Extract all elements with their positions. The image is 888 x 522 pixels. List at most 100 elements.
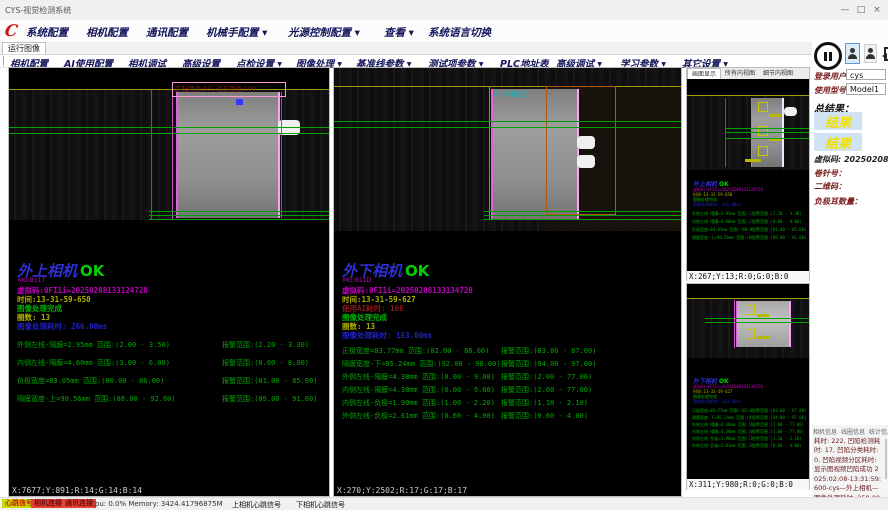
measure-value: 外侧左线-隔膜=4.38mm 范围:(0.00 - 9.00) <box>342 372 501 382</box>
exit-button[interactable] <box>881 43 888 64</box>
tab-run-image[interactable]: 运行图像 <box>2 42 46 54</box>
menu-light-config[interactable]: 光源控制配置 ▾ <box>288 25 360 40</box>
menu-system-config[interactable]: 系统配置 <box>26 25 68 40</box>
menu-bar: C 系统配置 相机配置 通讯配置 机械手配置 ▾ 光源控制配置 ▾ 查看 ▾ 系… <box>0 20 888 42</box>
info-tab-coil[interactable]: 线圈信息 <box>841 427 865 436</box>
result-subcode: MG:B11D <box>343 277 371 284</box>
menu-language-switch[interactable]: 系统语言切换 <box>428 25 491 40</box>
operator-button[interactable] <box>864 44 877 63</box>
thumb-tab-detail[interactable]: 细节内视图 <box>759 68 797 79</box>
pause-button[interactable] <box>814 42 842 70</box>
roi-marker <box>758 102 768 112</box>
mini-measure-row: 内侧左线-负极=1.90mm 范围:(1.00 - 2.20) 报警范围:(1.… <box>692 436 806 442</box>
measure-value: 内侧左线-负极=1.90mm 范围:(1.00 - 2.20) <box>692 436 752 442</box>
alarm-range: 报警范围:(2.00 - 77.00) <box>752 422 804 428</box>
mini-measure-row: 外侧左线-隔膜=2.95mm 范围:(2.00 - 3.50) 报警范围:(2.… <box>692 211 806 217</box>
elapsed-line: 图像处理耗时: 183.00ms <box>342 330 432 341</box>
info-tab-camera[interactable]: 相机信息 <box>813 427 837 436</box>
virtual-code-label: 虚拟码: 20250208 <box>814 154 888 165</box>
alarm-range: 报警范围:(83.00 - 87.00) <box>752 408 806 414</box>
measurement-row: 正极宽度=83.77mm 范围:(82.00 - 88.00) 报警范围:(83… <box>342 346 596 356</box>
overlay-green-line <box>9 127 329 128</box>
measure-value: 负极宽度=83.05mm 范围:(80.00 - 86.00) <box>692 227 752 233</box>
threshold-overlay-label: 匹配阈值:93, 动态阈值:100 <box>173 83 285 96</box>
tab-connector-blob <box>577 155 595 168</box>
info-tab-bar: 相机信息 线圈信息 统计信息 <box>813 427 888 436</box>
measure-value: 正极宽度=83.77mm 范围:(82.00 - 88.00) <box>692 408 752 414</box>
mini-measure-row: 内侧左线-隔膜=4.38mm 范围:(0.00 - 9.00) 报警范围:(2.… <box>692 429 806 435</box>
alarm-range: 报警范围:(1.10 - 2.10) <box>501 398 588 408</box>
user-icon <box>850 48 855 53</box>
menu-camera-config[interactable]: 相机配置 <box>86 25 128 40</box>
overlay-yellow-line <box>687 95 809 96</box>
measurement-row: 内侧左线-隔膜=4.38mm 范围:(0.00 - 9.00) 报警范围:(2.… <box>342 385 592 395</box>
measure-value: 外侧左线-负极=2.61mm 范围:(0.60 - 4.00) <box>342 411 501 421</box>
thumb-view-bottom[interactable]: 外下相机OK 虚拟码:0FI1i=20250208133134728 时间:13… <box>686 283 810 490</box>
login-user-value[interactable]: cys <box>846 69 886 80</box>
overlay-green-vline <box>151 90 152 220</box>
roi-value-label <box>745 159 761 162</box>
alarm-range: 报警范围:(2.00 - 77.00) <box>752 429 804 435</box>
pixel-coords-readout: X:270;Y:2502;R:17;G:17;B:17 <box>337 486 467 495</box>
menu-robot-config[interactable]: 机械手配置 ▾ <box>206 25 267 40</box>
overlay-green-line <box>705 318 809 319</box>
info-tab-stats[interactable]: 统计信息 <box>869 427 888 436</box>
measure-value: 隔膜宽度-下=95.24mm 范围:(92.00 - 98.00) <box>342 359 501 369</box>
overlay-green-line <box>725 132 809 133</box>
thumb-tab-display[interactable]: 画面显示 <box>687 68 721 79</box>
overlay-yellow-line <box>334 86 681 87</box>
center-camera-view[interactable]: AI识别信息 外下相机OK MG:B11D 虚拟码:0FI1i=20250208… <box>333 67 682 497</box>
user-icon <box>866 54 875 59</box>
result-box-1: 结果 <box>814 112 862 130</box>
measure-value: 外侧左线-隔膜=4.38mm 范围:(0.00 - 9.00) <box>692 422 752 428</box>
roi-value-label <box>757 336 769 339</box>
overlay-blue-marker <box>236 99 243 105</box>
measure-value: 隔膜宽度-上=90.56mm 范围:(88.00 - 92.00) <box>17 394 222 404</box>
overlay-green-line <box>484 215 681 216</box>
pixel-coords-readout: X:267;Y:13;R:0;G:0;B:0 <box>687 271 809 282</box>
thumb-image-area: 外下相机OK 虚拟码:0FI1i=20250208133134728 时间:13… <box>687 284 809 479</box>
overlay-green-line <box>149 215 329 216</box>
pixel-coords-readout: X:7677;Y:891;R:14;G:14;B:14 <box>12 486 142 495</box>
alarm-range: 报警范围:(2.00 - 77.00) <box>501 372 592 382</box>
elapsed-line: 图像处理耗时: 183.00ms <box>693 399 741 405</box>
measurement-row: 内侧左线-负极=1.90mm 范围:(1.00 - 2.20) 报警范围:(1.… <box>342 398 588 408</box>
menu-comm-config[interactable]: 通讯配置 <box>146 25 188 40</box>
alarm-range: 报警范围:(1.10 - 2.10) <box>752 436 802 442</box>
alarm-range: 报警范围:(2.20 - 3.30) <box>752 211 802 217</box>
measure-value: 负极宽度=83.05mm 范围:(80.00 - 86.00) <box>17 376 222 386</box>
scrollbar-thumb[interactable] <box>885 439 887 479</box>
measurement-row: 外侧左线-隔膜=2.95mm 范围:(2.00 - 3.50) 报警范围:(2.… <box>17 340 309 350</box>
tab-connector-blob <box>784 107 797 116</box>
measure-value: 内侧左线-隔膜=4.38mm 范围:(0.00 - 9.00) <box>342 385 501 395</box>
ai-overlay-label: AI识别信息 <box>494 88 526 98</box>
left-camera-view[interactable]: 匹配阈值:93, 动态阈值:100 外上相机OK MG:B11T 虚拟码:0FI… <box>8 67 330 497</box>
maximize-icon[interactable]: □ <box>854 3 868 17</box>
thumb-tab-all[interactable]: 所有内视图 <box>721 68 759 79</box>
minimize-icon[interactable]: — <box>838 3 852 17</box>
overlay-green-vline <box>725 98 726 167</box>
measure-value: 内侧左线-隔膜=4.38mm 范围:(0.00 - 9.00) <box>692 429 752 435</box>
login-user-button[interactable] <box>845 43 860 64</box>
mini-measure-row: 正极宽度=83.77mm 范围:(82.00 - 88.00) 报警范围:(83… <box>692 408 806 414</box>
model-value[interactable]: Model1 <box>846 83 886 95</box>
menu-view[interactable]: 查看 ▾ <box>384 25 414 40</box>
app-logo-icon: C <box>4 21 19 40</box>
app-window: CYS-视觉检测系统 — □ × C 系统配置 相机配置 通讯配置 机械手配置 … <box>0 0 888 522</box>
alarm-range: 报警范围:(89.00 - 91.00) <box>752 235 806 241</box>
window-title: CYS-视觉检测系统 <box>5 5 71 16</box>
tab-count-label: 负极耳数量： <box>814 196 862 207</box>
title-bar: CYS-视觉检测系统 — □ × <box>0 0 888 21</box>
result-box-2: 结果 <box>814 133 862 151</box>
roi-marker <box>745 305 755 315</box>
close-icon[interactable]: × <box>870 3 884 17</box>
mini-measure-row: 外侧左线-隔膜=4.38mm 范围:(0.00 - 9.00) 报警范围:(2.… <box>692 422 806 428</box>
alarm-range: 报警范围:(89.00 - 91.00) <box>222 394 317 404</box>
overlay-green-line <box>149 211 329 212</box>
measure-value: 内侧左线-负极=1.90mm 范围:(1.00 - 2.20) <box>342 398 501 408</box>
threshold-overlay-box: 匹配阈值:93, 动态阈值:100 <box>172 82 286 97</box>
elapsed-line: 图像处理耗时: 266.00ms <box>17 321 107 332</box>
measure-value: 外侧左线-负极=2.61mm 范围:(0.60 - 4.00) <box>692 443 752 449</box>
thumb-view-top[interactable]: 画面显示 所有内视图 细节内视图 外上相机OK <box>686 67 810 281</box>
result-status: OK <box>405 262 429 280</box>
